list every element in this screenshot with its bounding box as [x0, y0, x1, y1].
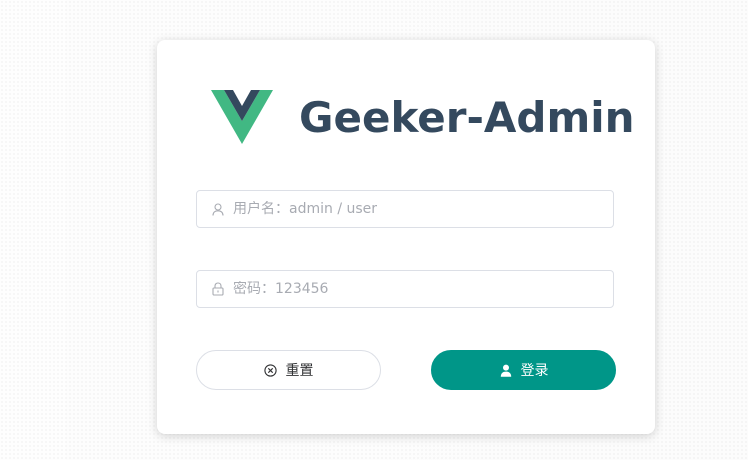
circle-close-icon — [264, 363, 278, 377]
password-field[interactable] — [196, 270, 614, 308]
user-filled-icon — [499, 363, 513, 377]
username-field[interactable] — [196, 190, 614, 228]
user-icon — [211, 202, 225, 216]
reset-button[interactable]: 重置 — [196, 350, 381, 390]
vue-logo-icon — [211, 90, 273, 144]
brand-header: Geeker-Admin — [211, 90, 635, 144]
login-card: Geeker-Admin 重置 — [157, 40, 655, 434]
password-input[interactable] — [233, 281, 593, 297]
login-button-label: 登录 — [520, 363, 549, 379]
login-button[interactable]: 登录 — [431, 350, 616, 390]
app-title: Geeker-Admin — [299, 92, 635, 142]
reset-button-label: 重置 — [285, 363, 314, 379]
username-input[interactable] — [233, 201, 593, 217]
lock-icon — [211, 282, 225, 296]
